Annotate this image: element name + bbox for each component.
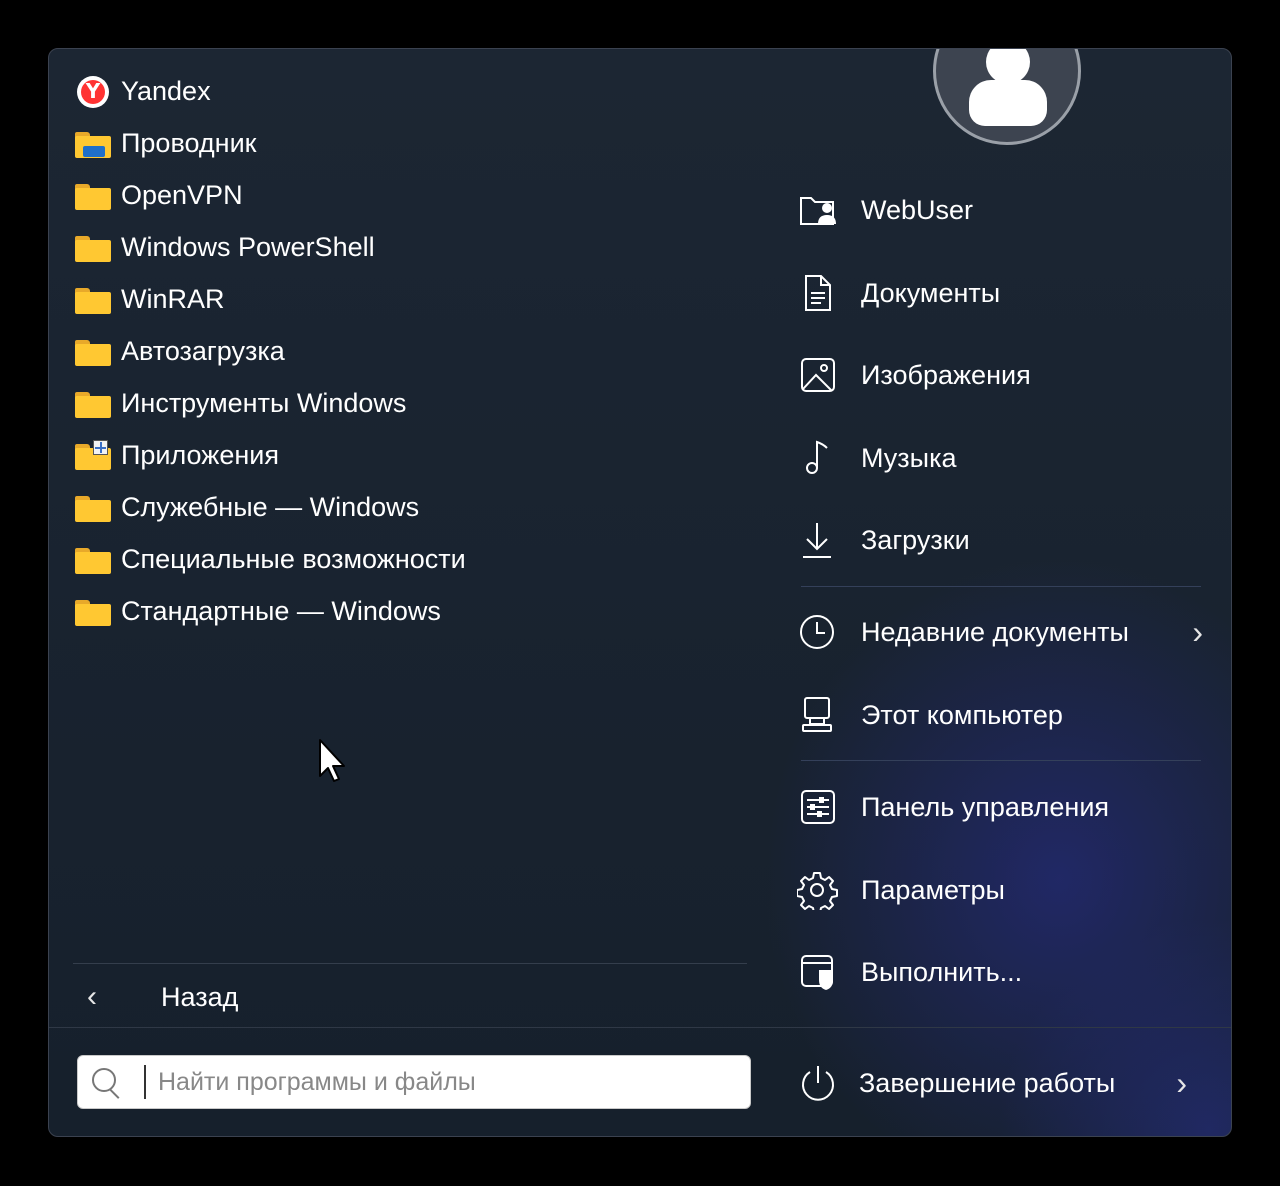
place-label: Загрузки <box>861 524 970 555</box>
program-item-openvpn[interactable]: OpenVPN <box>73 169 466 221</box>
avatar-head <box>986 49 1030 84</box>
program-label: Стандартные — Windows <box>121 595 441 626</box>
programs-pane: Y Yandex Проводник OpenVPN Windows Power… <box>49 49 759 1136</box>
program-item-yandex[interactable]: Y Yandex <box>73 65 466 117</box>
divider <box>49 1027 1231 1028</box>
program-label: Windows PowerShell <box>121 231 375 262</box>
text-caret <box>144 1065 146 1099</box>
program-item-apps[interactable]: Приложения <box>73 429 466 481</box>
program-label: Yandex <box>121 75 211 106</box>
user-avatar[interactable] <box>933 49 1081 145</box>
power-icon <box>797 1063 859 1103</box>
program-list: Y Yandex Проводник OpenVPN Windows Power… <box>73 65 466 637</box>
shutdown-label: Завершение работы <box>859 1067 1116 1098</box>
place-item-recent-documents[interactable]: Недавние документы › <box>797 602 1207 662</box>
chevron-right-icon[interactable]: › <box>1176 1065 1187 1102</box>
folder-icon <box>73 176 111 214</box>
program-item-winrar[interactable]: WinRAR <box>73 273 466 325</box>
avatar-shoulders <box>969 80 1047 126</box>
folder-icon <box>73 488 111 526</box>
place-label: Этот компьютер <box>861 699 1063 730</box>
place-item-webuser[interactable]: WebUser <box>797 180 1207 240</box>
folder-icon <box>73 384 111 422</box>
clock-icon <box>797 612 861 652</box>
place-item-settings[interactable]: Параметры <box>797 860 1207 920</box>
place-label: Недавние документы <box>861 616 1129 647</box>
program-item-windows-tools[interactable]: Инструменты Windows <box>73 377 466 429</box>
divider <box>73 963 747 964</box>
program-label: Автозагрузка <box>121 335 285 366</box>
place-label: Изображения <box>861 359 1031 390</box>
yandex-icon: Y <box>73 72 111 110</box>
back-button[interactable]: ‹ Назад <box>73 969 673 1025</box>
run-icon <box>797 952 861 992</box>
program-label: Приложения <box>121 439 279 470</box>
place-item-control-panel[interactable]: Панель управления <box>797 777 1207 837</box>
gear-icon <box>797 870 861 910</box>
apps-folder-icon <box>73 436 111 474</box>
place-item-downloads[interactable]: Загрузки <box>797 510 1207 570</box>
program-item-startup[interactable]: Автозагрузка <box>73 325 466 377</box>
place-item-documents[interactable]: Документы <box>797 263 1207 323</box>
search-input[interactable] <box>156 1066 720 1098</box>
program-item-accessories[interactable]: Стандартные — Windows <box>73 585 466 637</box>
image-icon <box>797 355 861 395</box>
chevron-left-icon: ‹ <box>87 980 97 1013</box>
user-folder-icon <box>797 190 861 230</box>
program-label: WinRAR <box>121 283 225 314</box>
place-label: Документы <box>861 277 1001 308</box>
folder-icon <box>73 280 111 318</box>
place-label: Выполнить... <box>861 956 1023 987</box>
download-icon <box>797 520 861 560</box>
start-menu: Y Yandex Проводник OpenVPN Windows Power… <box>48 48 1232 1137</box>
program-label: Служебные — Windows <box>121 491 420 522</box>
program-item-powershell[interactable]: Windows PowerShell <box>73 221 466 273</box>
folder-icon <box>73 228 111 266</box>
program-label: Проводник <box>121 127 257 158</box>
place-item-pictures[interactable]: Изображения <box>797 345 1207 405</box>
program-item-accessibility[interactable]: Специальные возможности <box>73 533 466 585</box>
place-item-run[interactable]: Выполнить... <box>797 942 1207 1002</box>
back-label: Назад <box>161 981 239 1012</box>
place-label: Панель управления <box>861 791 1110 822</box>
program-item-explorer[interactable]: Проводник <box>73 117 466 169</box>
folder-icon <box>73 332 111 370</box>
chevron-right-icon: › <box>1192 614 1203 650</box>
program-label: Инструменты Windows <box>121 387 407 418</box>
program-label: Специальные возможности <box>121 543 466 574</box>
place-label: Параметры <box>861 874 1005 905</box>
mouse-cursor-icon <box>318 738 348 784</box>
place-item-music[interactable]: Музыка <box>797 428 1207 488</box>
folder-icon <box>73 540 111 578</box>
place-label: WebUser <box>861 194 974 225</box>
divider <box>801 760 1201 761</box>
place-label: Музыка <box>861 442 957 473</box>
place-item-this-pc[interactable]: Этот компьютер <box>797 685 1207 745</box>
control-panel-icon <box>797 787 861 827</box>
computer-icon <box>797 695 861 735</box>
folder-icon <box>73 592 111 630</box>
music-icon <box>797 438 861 478</box>
search-icon <box>86 1062 126 1102</box>
search-box[interactable] <box>77 1055 751 1109</box>
document-icon <box>797 273 861 313</box>
program-label: OpenVPN <box>121 179 243 210</box>
shutdown-button[interactable]: Завершение работы › <box>797 1053 1187 1113</box>
file-explorer-folder-icon <box>73 124 111 162</box>
program-item-system-tools[interactable]: Служебные — Windows <box>73 481 466 533</box>
divider <box>801 586 1201 587</box>
